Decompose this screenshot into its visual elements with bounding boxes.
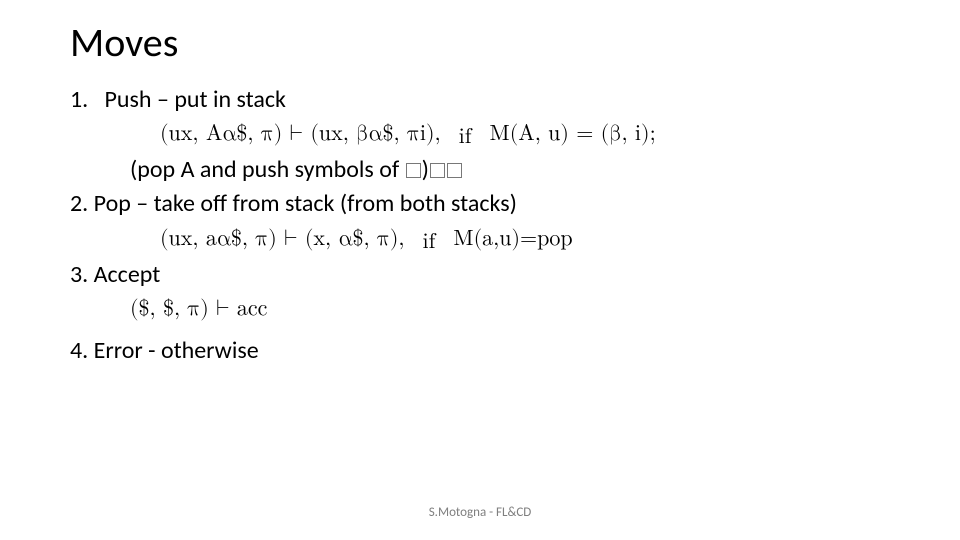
pop-if: if xyxy=(423,225,436,255)
item-accept: 3. Accept xyxy=(70,259,890,291)
placeholder-glyph-icon xyxy=(447,163,462,178)
pop-cond: M(a,u)=pop xyxy=(453,225,572,255)
placeholder-glyph-icon xyxy=(430,163,445,178)
pop-formula: (ux, aα$, π) ⊢ (x, α$, π), xyxy=(160,225,405,255)
pop-formula-row: (ux, aα$, π) ⊢ (x, α$, π), if M(a,u)=pop xyxy=(160,225,890,255)
push-formula-row: (ux, Aα$, π) ⊢ (ux, βα$, πi), if M(A, u)… xyxy=(160,120,890,150)
accept-formula: ($, $, π) ⊢ acc xyxy=(130,295,267,325)
item-error: 4. Error - otherwise xyxy=(70,335,890,367)
slide-title: Moves xyxy=(70,18,178,67)
push-num: 1. xyxy=(70,85,88,114)
push-cond: M(A, u) = (β, i); xyxy=(490,120,656,150)
push-formula: (ux, Aα$, π) ⊢ (ux, βα$, πi), xyxy=(160,120,441,150)
item-pop: 2. Pop – take off from stack (from both … xyxy=(70,188,890,220)
push-note-suffix: ) xyxy=(422,155,429,184)
placeholder-glyph-icon xyxy=(406,163,421,178)
push-if: if xyxy=(459,120,472,150)
push-note: (pop A and push symbols of ) xyxy=(70,154,890,186)
slide-footer: S.Motogna - FL&CD xyxy=(0,505,960,520)
push-label: Push – put in stack xyxy=(105,85,286,114)
item-push: 1. Push – put in stack xyxy=(70,84,890,116)
accept-formula-row: ($, $, π) ⊢ acc xyxy=(130,295,890,325)
push-note-prefix: (pop A and push symbols of xyxy=(130,155,405,184)
slide-body: 1. Push – put in stack (ux, Aα$, π) ⊢ (u… xyxy=(70,84,890,369)
